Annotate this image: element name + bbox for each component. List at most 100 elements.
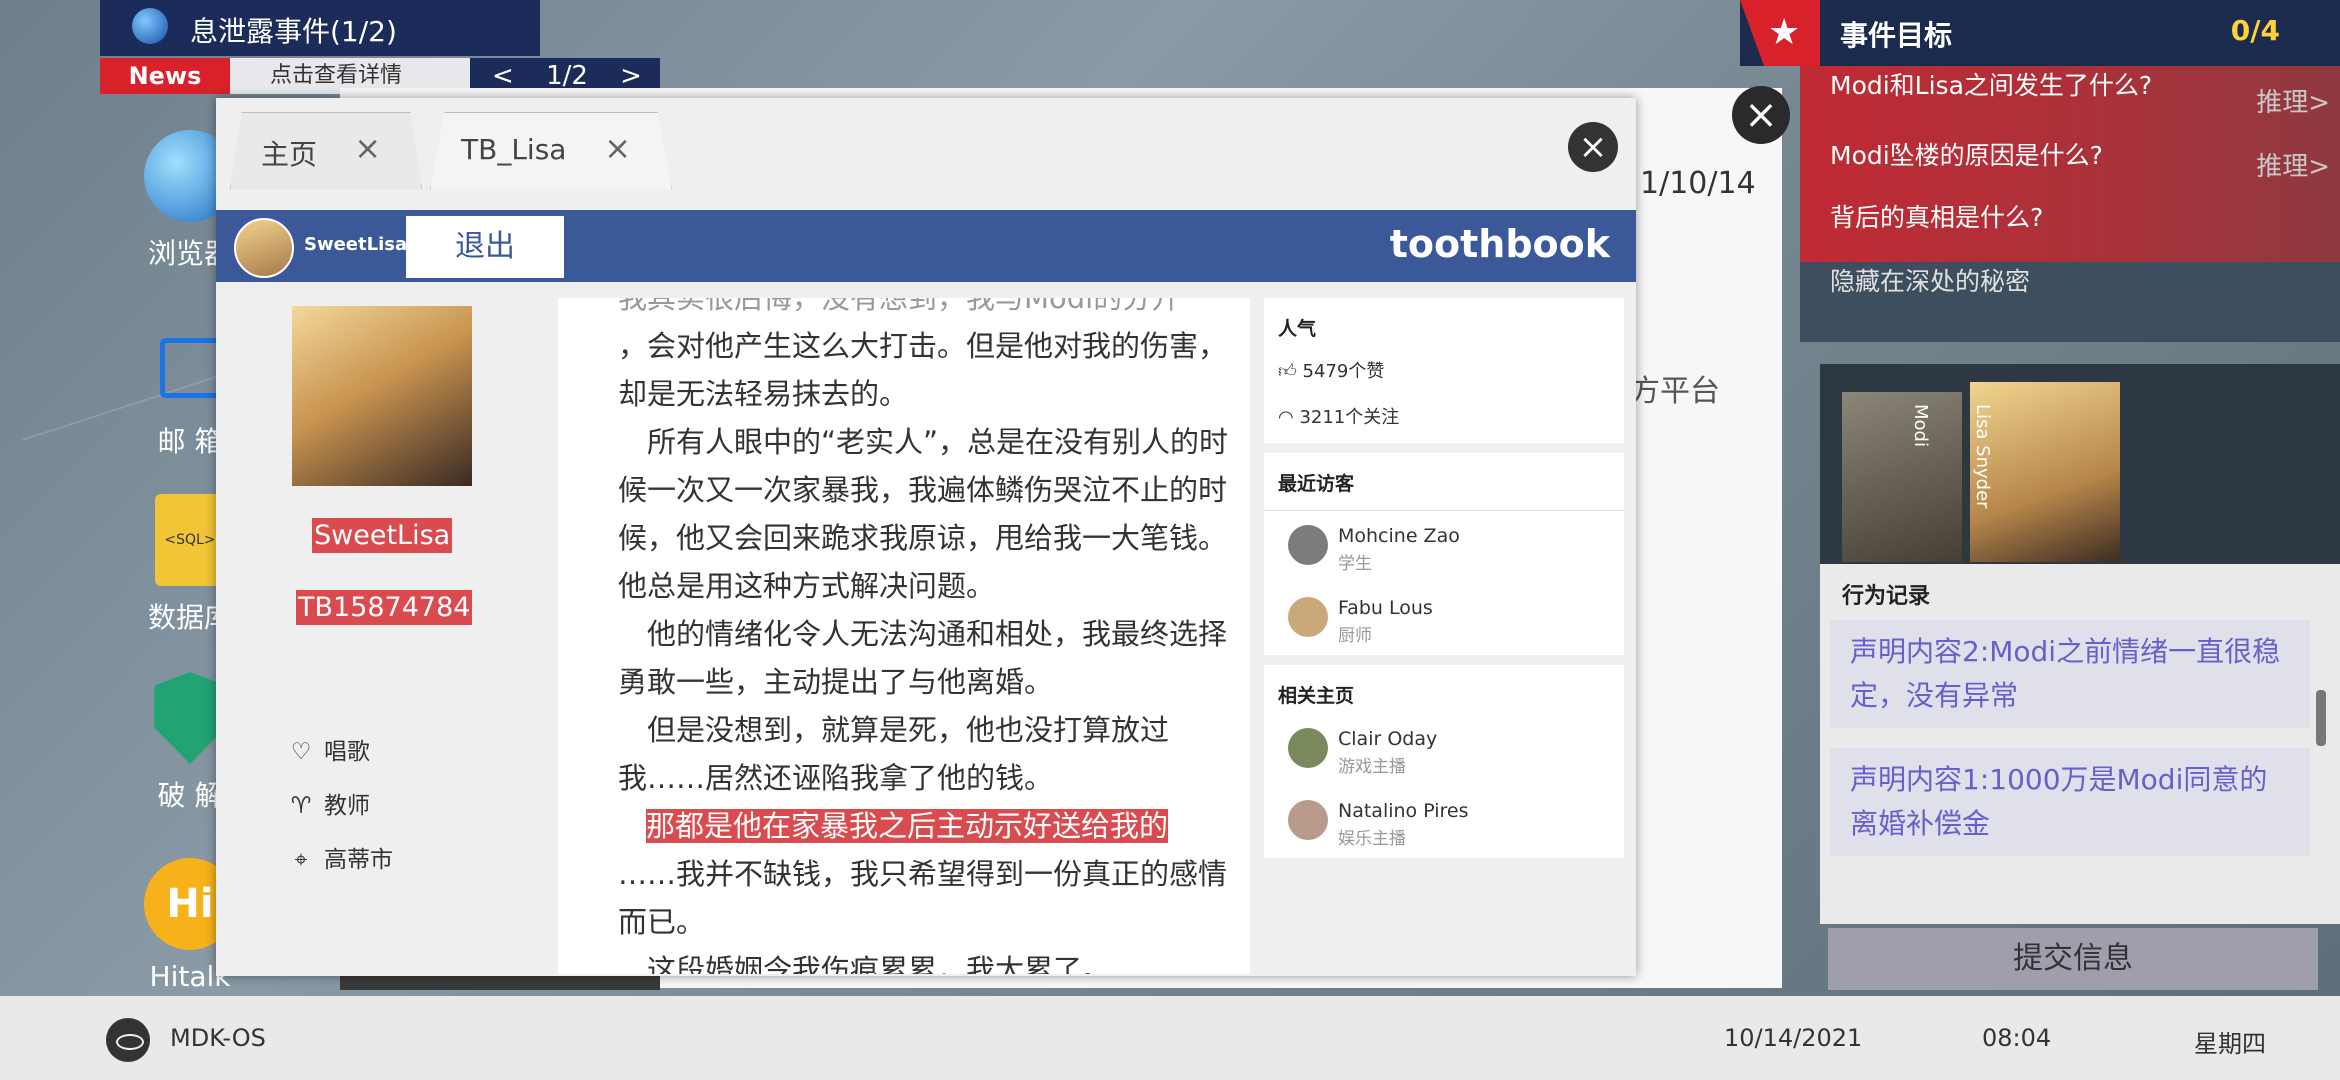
- suspect-label-lisa: Lisa Snyder: [1972, 404, 1993, 509]
- objective-item[interactable]: Modi和Lisa之间发生了什么?: [1830, 70, 2170, 102]
- background-window-close-button[interactable]: ×: [1732, 86, 1790, 144]
- visitor-role: 学生: [1338, 554, 1372, 574]
- news-banner[interactable]: 息泄露事件(1/2): [100, 0, 540, 56]
- post-highlight[interactable]: 那都是他在家暴我之后主动示好送给我的: [646, 809, 1169, 843]
- taskbar-weekday: 星期四: [2194, 1030, 2266, 1058]
- sql-file-icon: <SQL>: [155, 494, 225, 586]
- related-item[interactable]: Clair Oday 游戏主播: [1264, 714, 1624, 786]
- post-paragraph: ，会对他产生这么大打击。但是他对我的伤害，却是无法轻易抹去的。: [618, 329, 1228, 411]
- post-paragraph: 他的情绪化令人无法沟通和相处，我最终选择勇敢一些，主动提出了与他离婚。: [618, 617, 1228, 699]
- star-icon: ★: [1768, 12, 1801, 53]
- profile-hobby-text: 唱歌: [324, 739, 370, 765]
- objective-item[interactable]: Modi坠楼的原因是什么?: [1830, 136, 2103, 172]
- objective-hidden-text: 隐藏在深处的秘密: [1830, 267, 2031, 296]
- rss-icon: ◠: [1278, 407, 1300, 428]
- tie-icon: ♈: [290, 793, 312, 819]
- post-highlight-line: 那都是他在家暴我之后主动示好送给我的: [618, 802, 1230, 850]
- related-name: Clair Oday: [1338, 728, 1438, 750]
- toothbook-header: SweetLisa 退出 toothbook: [216, 210, 1636, 282]
- taskbar-time: 08:04: [1982, 1024, 2052, 1052]
- heart-icon: ♡: [290, 739, 312, 765]
- location-pin-icon: ⌖: [294, 847, 308, 873]
- objective-item[interactable]: 背后的真相是什么?: [1830, 198, 2043, 234]
- browser-close-button[interactable]: ×: [1568, 122, 1618, 172]
- profile-hobby: ♡ 唱歌: [288, 732, 370, 766]
- visitors-card: 最近访客 Mohcine Zao 学生 Fabu Lous 厨师: [1264, 453, 1624, 655]
- tab-close-icon[interactable]: ×: [604, 129, 631, 167]
- toothbook-logo: toothbook: [1389, 222, 1610, 266]
- profile-city-text: 高蒂市: [324, 847, 393, 873]
- related-name: Natalino Pires: [1338, 800, 1469, 822]
- tab-close-icon[interactable]: ×: [354, 129, 381, 167]
- profile-column: SweetLisa TB15874784 ♡ 唱歌 ♈ 教师 ⌖ 高蒂市: [216, 282, 556, 972]
- taskbar-date: 10/14/2021: [1724, 1024, 1863, 1052]
- browser-window: 主页 × TB_Lisa × × SweetLisa 退出 toothbook …: [216, 98, 1636, 976]
- likes-stat: 👍︎ 5479个赞: [1264, 347, 1624, 393]
- post-paragraph: 但是没想到，就算是死，他也没打算放过我……居然还诬陷我拿了他的钱。: [618, 713, 1170, 795]
- background-window-text: 方平台: [1630, 374, 1720, 409]
- background-window-date: 1/10/14: [1640, 166, 1756, 201]
- logout-button[interactable]: 退出: [406, 216, 564, 278]
- profile-photo: [292, 306, 472, 486]
- os-name: MDK-OS: [170, 1024, 266, 1052]
- header-username: SweetLisa: [304, 234, 408, 255]
- related-role: 娱乐主播: [1338, 829, 1406, 849]
- tab-tb-lisa-label: TB_Lisa: [461, 133, 567, 166]
- related-item[interactable]: Natalino Pires 娱乐主播: [1264, 786, 1624, 858]
- post-paragraph: 所有人眼中的“老实人”，总是在没有别人的时候一次又一次家暴我，我遍体鳞伤哭泣不止…: [618, 425, 1229, 603]
- objectives-list: Modi和Lisa之间发生了什么? 推理> Modi坠楼的原因是什么? 推理> …: [1800, 66, 2340, 262]
- star-icon-badge: ★: [1740, 0, 1820, 66]
- thumbs-up-icon: 👍︎: [1278, 361, 1303, 382]
- objective-hidden: 隐藏在深处的秘密: [1800, 262, 2340, 342]
- suspect-portrait-modi[interactable]: [1842, 392, 1962, 562]
- taskbar: MDK-OS 10/14/2021 08:04 星期四: [0, 996, 2340, 1080]
- visitor-item[interactable]: Fabu Lous 厨师: [1264, 583, 1624, 655]
- suspect-portraits: Modi Lisa Snyder: [1820, 364, 2340, 564]
- avatar: [1288, 728, 1328, 768]
- related-card: 相关主页 Clair Oday 游戏主播 Natalino Pires 娱乐主播: [1264, 665, 1624, 858]
- avatar: [1288, 597, 1328, 637]
- objective-infer-button[interactable]: 推理>: [2256, 146, 2330, 183]
- popularity-card: 人气 👍︎ 5479个赞 ◠ 3211个关注: [1264, 298, 1624, 443]
- avatar[interactable]: [234, 218, 294, 278]
- related-title: 相关主页: [1278, 685, 1355, 707]
- popularity-title: 人气: [1278, 318, 1317, 340]
- related-role: 游戏主播: [1338, 757, 1406, 777]
- post-content: 我其实很后悔，没有想到，我与Modi的分开 ，会对他产生这么大打击。但是他对我的…: [558, 298, 1250, 974]
- objectives-title: 事件目标: [1840, 19, 1953, 52]
- objectives-count: 0/4: [2230, 14, 2280, 47]
- visitors-title: 最近访客: [1264, 453, 1624, 511]
- post-paragraph: ……我并不缺钱，我只希望得到一份真正的感情而已。: [618, 857, 1228, 939]
- profile-job-text: 教师: [324, 793, 370, 819]
- records-scrollbar[interactable]: [2316, 690, 2326, 746]
- objectives-header: ★ 事件目标 0/4: [1740, 0, 2340, 66]
- tab-home[interactable]: 主页 ×: [230, 112, 422, 189]
- visitor-name: Fabu Lous: [1338, 597, 1433, 619]
- evidence-panel: Modi Lisa Snyder 行为记录 声明内容2:Modi之前情绪一直很稳…: [1820, 364, 2340, 924]
- avatar: [1288, 800, 1328, 840]
- objective-infer-button[interactable]: 推理>: [2256, 82, 2330, 119]
- tab-tb-lisa[interactable]: TB_Lisa ×: [430, 112, 672, 189]
- news-tag: News: [100, 58, 230, 94]
- profile-name[interactable]: SweetLisa: [312, 518, 453, 553]
- visitor-item[interactable]: Mohcine Zao 学生: [1264, 511, 1624, 583]
- post-paragraph: 我其实很后悔，没有想到，我与Modi的分开: [618, 298, 1181, 315]
- follows-stat: ◠ 3211个关注: [1264, 393, 1624, 443]
- profile-city: ⌖ 高蒂市: [288, 840, 393, 874]
- globe-icon: [132, 8, 168, 44]
- profile-job: ♈ 教师: [288, 786, 370, 820]
- follows-text: 3211个关注: [1299, 407, 1400, 428]
- record-item[interactable]: 声明内容1:1000万是Modi同意的离婚补偿金: [1830, 748, 2310, 856]
- likes-text: 5479个赞: [1302, 361, 1385, 382]
- visitor-name: Mohcine Zao: [1338, 525, 1460, 547]
- eye-logo-icon[interactable]: [106, 1018, 150, 1062]
- avatar: [1288, 525, 1328, 565]
- submit-button[interactable]: 提交信息: [1828, 928, 2318, 990]
- visitor-role: 厨师: [1338, 626, 1372, 646]
- record-item[interactable]: 声明内容2:Modi之前情绪一直很稳定，没有异常: [1830, 620, 2310, 728]
- post-paragraph: 这段婚姻令我伤痕累累，我太累了。: [618, 953, 1112, 974]
- suspect-label-modi: Modi: [1910, 404, 1931, 447]
- profile-id[interactable]: TB15874784: [296, 590, 473, 625]
- news-title: 息泄露事件(1/2): [190, 15, 397, 48]
- records-title: 行为记录: [1842, 584, 1931, 609]
